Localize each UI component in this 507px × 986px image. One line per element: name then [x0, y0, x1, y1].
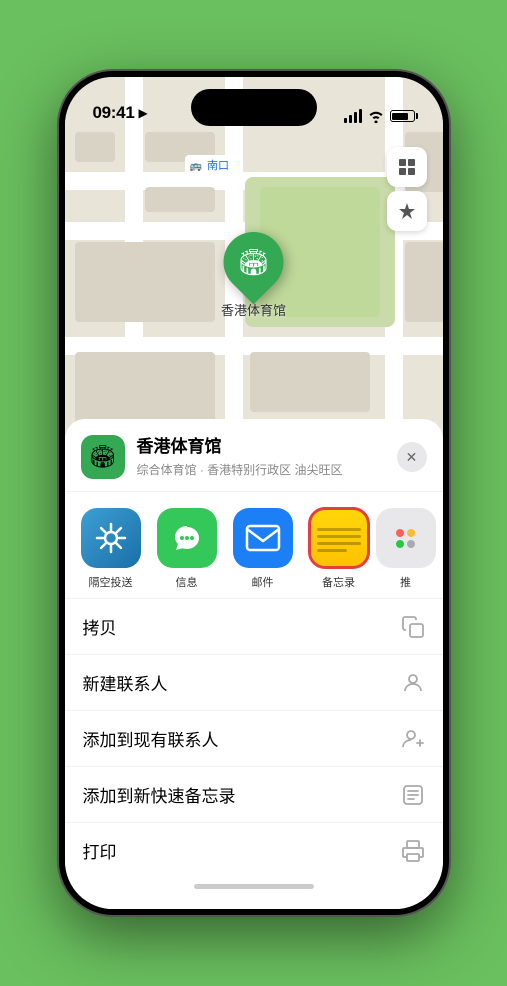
messages-icon: [157, 508, 217, 568]
phone-screen: 09:41 ▶: [65, 77, 443, 909]
action-add-existing-label: 添加到现有联系人: [83, 726, 219, 751]
phone-frame: 09:41 ▶: [59, 71, 449, 915]
new-contact-icon: [401, 671, 425, 695]
airdrop-icon: [81, 508, 141, 568]
share-messages[interactable]: 信息: [153, 508, 221, 590]
bottom-sheet: 🏟 香港体育馆 综合体育馆 · 香港特别行政区 油尖旺区 ✕: [65, 419, 443, 909]
action-copy-label: 拷贝: [83, 614, 117, 639]
map-controls[interactable]: [387, 147, 427, 233]
map-entrance-label: 🚌 南口: [185, 155, 235, 175]
place-icon: 🏟: [81, 435, 125, 479]
location-pin: 🏟 香港体育馆: [221, 232, 286, 319]
map-layers-icon: [396, 156, 418, 178]
close-button[interactable]: ✕: [397, 442, 427, 472]
action-new-contact[interactable]: 新建联系人: [65, 655, 443, 711]
mail-icon: [233, 508, 293, 568]
action-list: 拷贝 新建联系人 添加到现有联系人: [65, 599, 443, 878]
share-notes[interactable]: 备忘录: [305, 508, 373, 590]
wifi-icon: [368, 110, 384, 123]
copy-icon: [401, 615, 425, 639]
printer-icon: [401, 839, 425, 863]
messages-symbol-icon: [170, 521, 204, 555]
share-more[interactable]: 推: [381, 508, 431, 590]
messages-label: 信息: [176, 574, 198, 590]
share-row: 隔空投送 信息: [65, 492, 443, 599]
share-mail[interactable]: 邮件: [229, 508, 297, 590]
battery-icon: [390, 110, 415, 122]
location-button[interactable]: [387, 191, 427, 231]
notes-label: 备忘录: [322, 574, 355, 590]
add-existing-contact-icon: [401, 727, 425, 751]
airdrop-symbol-icon: [94, 521, 128, 555]
place-name: 香港体育馆: [137, 436, 397, 458]
location-arrow-icon: ▶: [138, 106, 147, 120]
share-airdrop[interactable]: 隔空投送: [77, 508, 145, 590]
place-header: 🏟 香港体育馆 综合体育馆 · 香港特别行政区 油尖旺区 ✕: [65, 419, 443, 492]
action-print[interactable]: 打印: [65, 823, 443, 878]
map-view-toggle-button[interactable]: [387, 147, 427, 187]
action-add-quick-note[interactable]: 添加到新快速备忘录: [65, 767, 443, 823]
home-indicator: [65, 878, 443, 889]
mail-label: 邮件: [252, 574, 274, 590]
mail-symbol-icon: [245, 524, 281, 552]
status-icons: [344, 109, 415, 123]
signal-bars-icon: [344, 109, 362, 123]
status-time: 09:41: [93, 103, 135, 123]
notes-icon: [309, 508, 369, 568]
quick-note-icon: [401, 783, 425, 807]
action-add-quick-note-label: 添加到新快速备忘录: [83, 782, 236, 807]
more-label: 推: [400, 574, 411, 590]
compass-icon: [397, 201, 417, 221]
action-new-contact-label: 新建联系人: [83, 670, 168, 695]
more-icon: [376, 508, 436, 568]
airdrop-label: 隔空投送: [89, 574, 133, 590]
dynamic-island: [191, 89, 317, 126]
action-add-existing-contact[interactable]: 添加到现有联系人: [65, 711, 443, 767]
place-subtitle: 综合体育馆 · 香港特别行政区 油尖旺区: [137, 461, 397, 478]
action-copy[interactable]: 拷贝: [65, 599, 443, 655]
action-print-label: 打印: [83, 838, 117, 863]
